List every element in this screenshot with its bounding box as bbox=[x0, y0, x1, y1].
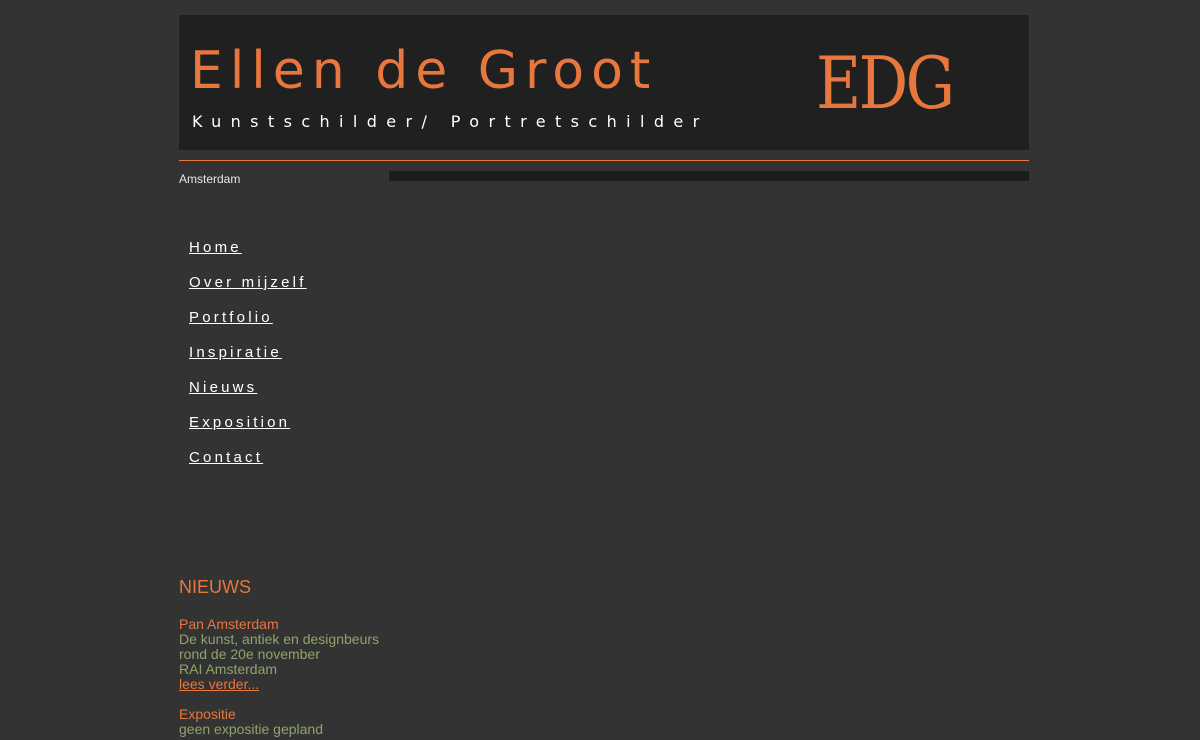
site-title: Ellen de Groot bbox=[190, 41, 658, 101]
news-heading: NIEUWS bbox=[179, 577, 251, 597]
nav-link-inspiratie[interactable]: Inspiratie bbox=[189, 343, 282, 363]
site-logo: EDG bbox=[816, 41, 955, 125]
news-item-text: rond de 20e november bbox=[179, 646, 320, 662]
news-item-expositie: Expositie geen expositie gepland bbox=[179, 707, 399, 737]
site-subtitle: Kunstschilder/ Portretschilder bbox=[192, 112, 709, 131]
nav-item-nieuws: Nieuws bbox=[189, 378, 307, 413]
news-item-text: geen expositie gepland bbox=[179, 721, 324, 737]
main-navigation: Home Over mijzelf Portfolio Inspiratie N… bbox=[189, 238, 307, 483]
nav-item-contact: Contact bbox=[189, 448, 307, 483]
site-header: Ellen de Groot Kunstschilder/ Portretsch… bbox=[179, 15, 1029, 150]
nav-item-inspiratie: Inspiratie bbox=[189, 343, 307, 378]
header-divider bbox=[179, 160, 1029, 161]
nav-link-nieuws[interactable]: Nieuws bbox=[189, 378, 257, 398]
nav-link-home[interactable]: Home bbox=[189, 238, 242, 258]
page: Ellen de Groot Kunstschilder/ Portretsch… bbox=[179, 0, 1029, 740]
nav-link-exposition[interactable]: Exposition bbox=[189, 413, 290, 433]
nav-link-over-mijzelf[interactable]: Over mijzelf bbox=[189, 273, 307, 293]
nav-item-exposition: Exposition bbox=[189, 413, 307, 448]
nav-link-contact[interactable]: Contact bbox=[189, 448, 263, 468]
news-item-title: Pan Amsterdam bbox=[179, 616, 279, 632]
nav-link-portfolio[interactable]: Portfolio bbox=[189, 308, 273, 328]
news-item-text: De kunst, antiek en designbeurs bbox=[179, 631, 380, 647]
news-item-title: Expositie bbox=[179, 706, 236, 722]
news-item-text: RAI Amsterdam bbox=[179, 661, 278, 677]
content-top-bar bbox=[389, 171, 1029, 181]
news-item-pan-amsterdam: Pan Amsterdam De kunst, antiek en design… bbox=[179, 617, 399, 692]
read-more-link[interactable]: lees verder... bbox=[179, 677, 259, 692]
nav-item-over-mijzelf: Over mijzelf bbox=[189, 273, 307, 308]
location-label: Amsterdam bbox=[179, 172, 241, 186]
nav-item-portfolio: Portfolio bbox=[189, 308, 307, 343]
nav-item-home: Home bbox=[189, 238, 307, 273]
